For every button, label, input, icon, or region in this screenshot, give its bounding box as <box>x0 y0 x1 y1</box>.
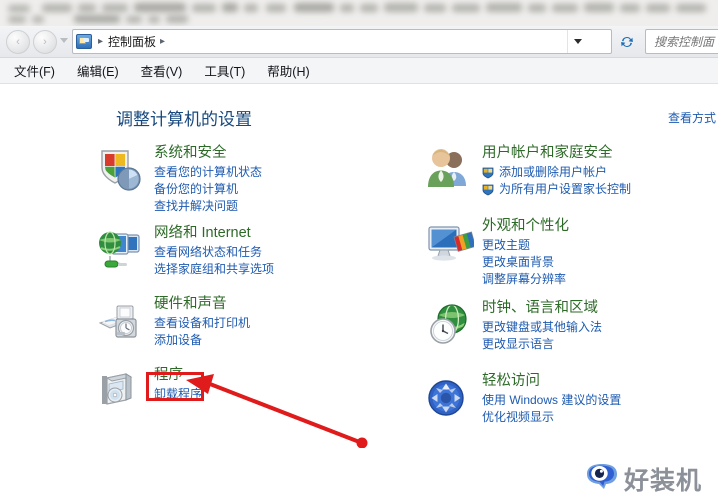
shield-pie-icon <box>96 146 146 194</box>
link-view-computer-status[interactable]: 查看您的计算机状态 <box>154 164 396 181</box>
watermark: 好装机 <box>584 458 718 500</box>
link-add-device[interactable]: 添加设备 <box>154 332 396 349</box>
printer-speaker-icon <box>96 297 146 345</box>
menu-item-view[interactable]: 查看(V) <box>141 61 183 80</box>
search-box[interactable] <box>645 29 718 54</box>
category-column-right: 用户帐户和家庭安全 添加或删除用户帐户 为所有用户设置家长控制 外观和个性化 更… <box>424 144 718 443</box>
category-title[interactable]: 系统和安全 <box>154 144 227 163</box>
menu-item-file[interactable]: 文件(F) <box>14 61 55 80</box>
link-change-keyboard-input[interactable]: 更改键盘或其他输入法 <box>482 319 718 336</box>
category-clock-language-region[interactable]: 时钟、语言和区域 更改键盘或其他输入法 更改显示语言 <box>424 299 718 361</box>
link-setup-parental-controls[interactable]: 为所有用户设置家长控制 <box>482 181 718 198</box>
link-homegroup-sharing[interactable]: 选择家庭组和共享选项 <box>154 261 396 278</box>
search-input[interactable] <box>652 33 718 50</box>
link-back-up-computer[interactable]: 备份您的计算机 <box>154 181 396 198</box>
link-text: 为所有用户设置家长控制 <box>499 182 632 196</box>
category-links: 更改键盘或其他输入法 更改显示语言 <box>482 319 718 353</box>
two-users-icon <box>424 146 474 194</box>
recent-pages-dropdown-icon[interactable] <box>60 38 68 43</box>
category-appearance-personalization[interactable]: 外观和个性化 更改主题 更改桌面背景 调整屏幕分辨率 <box>424 217 718 288</box>
category-links: 添加或删除用户帐户 为所有用户设置家长控制 <box>482 164 718 198</box>
software-box-cd-icon <box>96 368 146 416</box>
category-system-and-security[interactable]: 系统和安全 查看您的计算机状态 备份您的计算机 查找并解决问题 <box>96 144 396 215</box>
refresh-button[interactable] <box>615 29 639 54</box>
category-title[interactable]: 硬件和声音 <box>154 295 227 314</box>
clock-globe-icon <box>424 301 474 349</box>
breadcrumb-separator-1: ▸ <box>98 36 104 47</box>
breadcrumb-control-panel[interactable]: 控制面板 <box>108 33 156 50</box>
monitor-palette-icon <box>424 219 477 267</box>
category-title[interactable]: 网络和 Internet <box>154 224 251 243</box>
category-title[interactable]: 用户帐户和家庭安全 <box>482 144 613 163</box>
category-column-left: 系统和安全 查看您的计算机状态 备份您的计算机 查找并解决问题 网络和 Inte… <box>96 144 396 437</box>
category-title[interactable]: 外观和个性化 <box>482 217 569 236</box>
menu-item-help[interactable]: 帮助(H) <box>267 61 309 80</box>
category-title[interactable]: 轻松访问 <box>482 372 540 391</box>
link-text: 添加或删除用户帐户 <box>499 165 608 179</box>
view-by-label[interactable]: 查看方式 <box>668 109 716 126</box>
uac-shield-icon <box>482 167 494 179</box>
link-change-theme[interactable]: 更改主题 <box>482 237 718 254</box>
forward-icon: › <box>43 36 47 48</box>
breadcrumb-separator-2[interactable]: ▸ <box>156 36 170 47</box>
back-button[interactable]: ‹ <box>6 30 30 54</box>
link-adjust-resolution[interactable]: 调整屏幕分辨率 <box>482 271 718 288</box>
category-network-and-internet[interactable]: 网络和 Internet 查看网络状态和任务 选择家庭组和共享选项 <box>96 224 396 286</box>
category-programs[interactable]: 程序 卸载程序 <box>96 366 396 428</box>
link-add-remove-user-accounts[interactable]: 添加或删除用户帐户 <box>482 164 718 181</box>
category-links: 查看您的计算机状态 备份您的计算机 查找并解决问题 <box>154 164 396 215</box>
category-links: 查看设备和打印机 添加设备 <box>154 315 396 349</box>
forward-button[interactable]: › <box>33 30 57 54</box>
refresh-icon <box>621 36 633 47</box>
chevron-down-icon <box>573 39 582 44</box>
control-panel-icon <box>76 34 92 49</box>
category-user-accounts-family-safety[interactable]: 用户帐户和家庭安全 添加或删除用户帐户 为所有用户设置家长控制 <box>424 144 718 206</box>
address-bar[interactable]: ▸ 控制面板 ▸ <box>72 29 612 54</box>
category-ease-of-access[interactable]: 轻松访问 使用 Windows 建议的设置 优化视频显示 <box>424 372 718 434</box>
globe-monitor-icon <box>96 226 146 274</box>
haozhuangji-logo-icon <box>584 462 620 496</box>
control-panel-content: 调整计算机的设置 查看方式 系统和安全 查看您的计算机状态 备份您的计算机 查找… <box>0 84 718 504</box>
menu-item-tools[interactable]: 工具(T) <box>204 61 245 80</box>
page-title: 调整计算机的设置 <box>116 110 252 129</box>
link-use-windows-suggested-settings[interactable]: 使用 Windows 建议的设置 <box>482 392 718 409</box>
category-links: 使用 Windows 建议的设置 优化视频显示 <box>482 392 718 426</box>
category-links: 更改主题 更改桌面背景 调整屏幕分辨率 <box>482 237 718 288</box>
watermark-text: 好装机 <box>624 466 703 495</box>
navigation-bar: ‹ › ▸ 控制面板 ▸ <box>0 26 718 58</box>
category-title[interactable]: 时钟、语言和区域 <box>482 299 598 318</box>
link-change-wallpaper[interactable]: 更改桌面背景 <box>482 254 718 271</box>
blurred-page-header <box>0 0 718 26</box>
annotation-highlight-box <box>146 372 204 401</box>
link-find-fix-problems[interactable]: 查找并解决问题 <box>154 198 396 215</box>
link-optimize-visual-display[interactable]: 优化视频显示 <box>482 409 718 426</box>
menu-item-edit[interactable]: 编辑(E) <box>77 61 119 80</box>
category-hardware-and-sound[interactable]: 硬件和声音 查看设备和打印机 添加设备 <box>96 295 396 357</box>
uac-shield-icon <box>482 184 494 196</box>
ease-of-access-icon <box>424 374 474 422</box>
link-change-display-language[interactable]: 更改显示语言 <box>482 336 718 353</box>
link-view-devices-printers[interactable]: 查看设备和打印机 <box>154 315 396 332</box>
menu-bar: 文件(F) 编辑(E) 查看(V) 工具(T) 帮助(H) <box>0 58 718 84</box>
category-links: 查看网络状态和任务 选择家庭组和共享选项 <box>154 244 396 278</box>
link-view-network-status[interactable]: 查看网络状态和任务 <box>154 244 396 261</box>
back-icon: ‹ <box>16 36 20 48</box>
address-dropdown-button[interactable] <box>567 30 587 53</box>
